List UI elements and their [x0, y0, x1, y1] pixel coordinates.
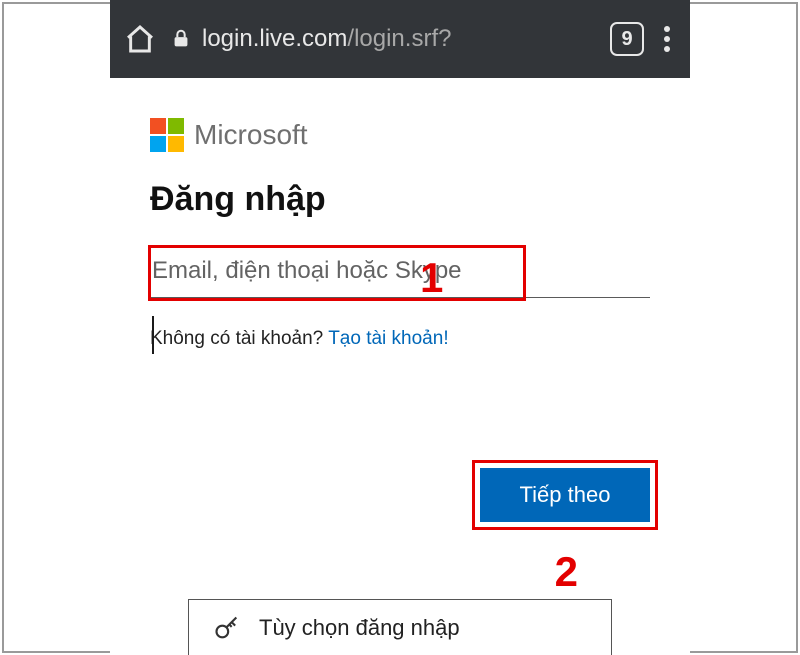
address-bar[interactable]: login.live.com/login.srf?: [170, 25, 596, 53]
create-account-link[interactable]: Tạo tài khoản!: [328, 328, 448, 349]
email-input[interactable]: [150, 247, 650, 298]
annotation-number-1: 1: [420, 254, 443, 302]
menu-icon[interactable]: [658, 26, 676, 52]
browser-toolbar: login.live.com/login.srf? 9: [110, 0, 690, 78]
url-host: login.live.com/login.srf?: [202, 25, 451, 53]
text-cursor: [152, 316, 154, 354]
sign-in-heading: Đăng nhập: [150, 180, 650, 219]
tab-count: 9: [621, 28, 632, 51]
key-icon: [213, 614, 241, 642]
microsoft-brand: Microsoft: [150, 118, 650, 152]
tabs-button[interactable]: 9: [610, 22, 644, 56]
next-button[interactable]: Tiếp theo: [480, 468, 650, 522]
microsoft-wordmark: Microsoft: [194, 119, 308, 151]
mobile-device-frame: login.live.com/login.srf? 9 Microsoft Đă…: [110, 0, 690, 655]
home-icon[interactable]: [124, 23, 156, 55]
page-content: Microsoft Đăng nhập Không có tài khoản? …: [110, 78, 690, 655]
sign-in-options-button[interactable]: Tùy chọn đăng nhập: [188, 599, 612, 655]
no-account-text: Không có tài khoản?: [150, 328, 328, 349]
microsoft-logo-icon: [150, 118, 184, 152]
annotation-number-2: 2: [555, 548, 578, 596]
no-account-prompt: Không có tài khoản? Tạo tài khoản!: [150, 328, 650, 350]
sign-in-options-label: Tùy chọn đăng nhập: [259, 615, 460, 641]
lock-icon: [170, 28, 192, 50]
